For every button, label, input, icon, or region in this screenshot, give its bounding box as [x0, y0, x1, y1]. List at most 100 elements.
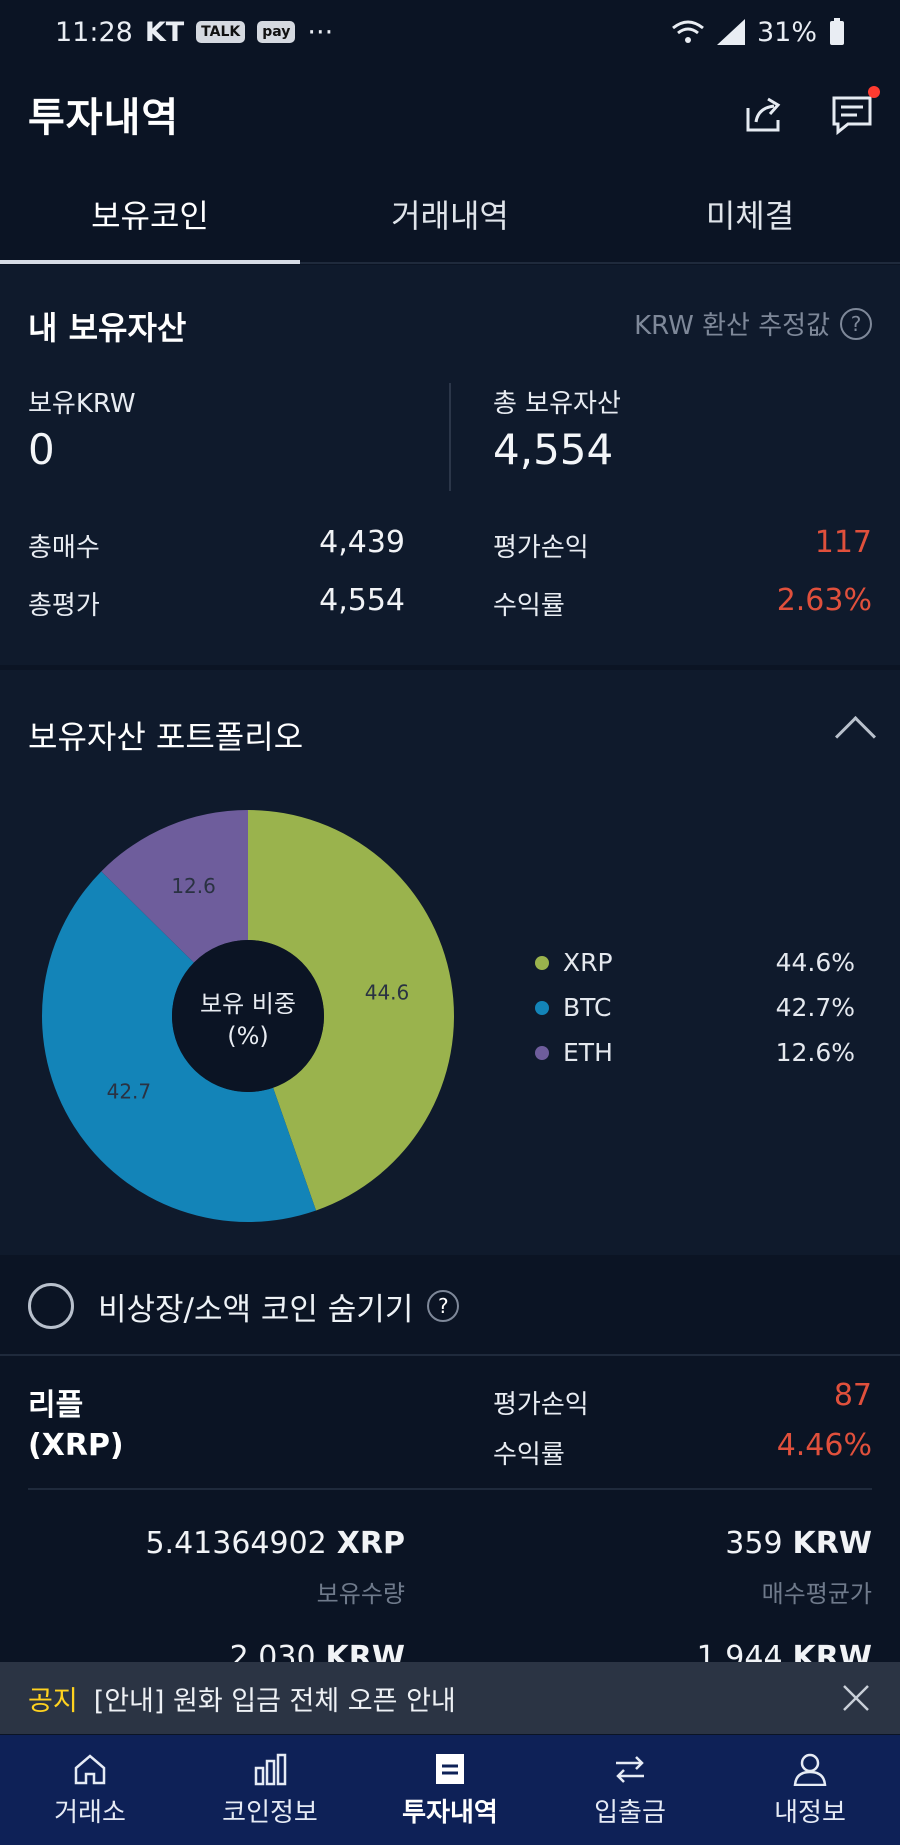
page-title: 투자내역 — [28, 95, 180, 141]
portfolio-card: 보유자산 포트폴리오 44.6 42.7 12.6 보유 비중 (%) XRP 44.6… — [0, 670, 900, 1255]
tab-transactions[interactable]: 거래내역 — [300, 182, 600, 262]
legend-dot — [535, 955, 549, 970]
legend-value: 44.6% — [775, 948, 855, 977]
total-assets-label: 총 보유자산 — [493, 389, 621, 419]
hide-small-coins-checkbox[interactable] — [28, 1283, 74, 1329]
portfolio-legend: XRP 44.6% BTC 42.7% ETH 12.6% — [535, 940, 855, 1075]
nav-coin-info[interactable]: 코인정보 — [180, 1735, 360, 1845]
legend-name: XRP — [563, 948, 613, 977]
pie-slice-label: 42.7 — [107, 1079, 152, 1103]
coin-symbol: (XRP) — [28, 1428, 124, 1463]
status-bar: 11:28 KT TALK pay ··· 31% — [0, 0, 900, 64]
legend-value: 42.7% — [775, 993, 855, 1022]
pie-slice-label: 12.6 — [171, 874, 216, 898]
eval-pnl-value: 117 — [814, 525, 872, 560]
return-rate-value: 2.63% — [776, 583, 872, 618]
collapse-chevron-icon[interactable] — [834, 715, 877, 758]
notification-dot — [868, 86, 880, 98]
battery-icon — [830, 18, 844, 45]
nav-my-info[interactable]: 내정보 — [720, 1735, 900, 1845]
user-icon — [793, 1753, 827, 1786]
return-rate-label: 수익률 — [493, 591, 565, 621]
legend-name: ETH — [563, 1038, 613, 1067]
talk-icon: TALK — [196, 21, 246, 43]
tab-bar: 보유코인 거래내역 미체결 — [0, 182, 900, 264]
coin-quantity: 5.41364902 XRP — [60, 1526, 405, 1561]
hide-small-coins-row[interactable]: 비상장/소액 코인 숨기기 ? — [0, 1258, 900, 1356]
coin-name-korean: 리플 — [28, 1388, 84, 1423]
krw-estimate-note[interactable]: KRW 환산 추정값 ? — [634, 305, 872, 342]
asset-summary-card: 내 보유자산 KRW 환산 추정값 ? 보유KRW 0 총 보유자산 4,554… — [0, 265, 900, 665]
help-icon[interactable]: ? — [840, 307, 872, 340]
coin-rate-value: 4.46% — [776, 1428, 872, 1463]
coin-rate-label: 수익률 — [493, 1440, 565, 1470]
total-eval-label: 총평가 — [28, 591, 100, 621]
chat-icon — [832, 96, 872, 136]
tab-pending[interactable]: 미체결 — [600, 182, 900, 262]
bar-chart-icon — [254, 1753, 287, 1785]
krw-value: 0 — [28, 425, 55, 474]
nav-label: 코인정보 — [222, 1797, 318, 1828]
total-assets-value: 4,554 — [493, 425, 614, 474]
legend-value: 12.6% — [775, 1038, 855, 1067]
battery-percent: 31% — [756, 16, 817, 48]
app-bar: 투자내역 — [0, 64, 900, 164]
nav-exchange[interactable]: 거래소 — [0, 1735, 180, 1845]
portfolio-heading: 보유자산 포트폴리오 — [28, 718, 304, 756]
coin-avg-price-unit: KRW — [792, 1526, 872, 1561]
chat-button[interactable] — [830, 86, 880, 136]
status-time: 11:28 — [55, 16, 133, 48]
eval-pnl-label: 평가손익 — [493, 533, 589, 563]
more-notifications: ··· — [307, 16, 334, 48]
summary-divider — [449, 383, 451, 491]
legend-item-btc: BTC 42.7% — [535, 985, 855, 1030]
donut-center-unit: (%) — [227, 1022, 269, 1050]
signal-icon — [716, 19, 745, 45]
krw-label: 보유KRW — [28, 389, 136, 419]
legend-dot — [535, 1045, 549, 1060]
close-icon[interactable] — [842, 1684, 870, 1712]
home-icon — [74, 1753, 106, 1784]
nav-deposit-withdraw[interactable]: 입출금 — [540, 1735, 720, 1845]
status-carrier: KT — [144, 16, 185, 48]
share-button[interactable] — [742, 92, 786, 136]
nav-label: 거래소 — [54, 1797, 126, 1828]
coin-quantity-unit: XRP — [336, 1526, 405, 1561]
coin-holding-xrp[interactable]: 리플 (XRP) 평가손익 87 수익률 4.46% 5.41364902 XRP… — [0, 1356, 900, 1675]
transfer-icon — [616, 1755, 644, 1783]
coin-quantity-label: 보유수량 — [316, 1580, 405, 1608]
coin-avg-price-value: 359 — [725, 1526, 783, 1561]
notice-message[interactable]: [안내] 원화 입금 전체 오픈 안내 — [94, 1679, 456, 1718]
summary-heading: 내 보유자산 — [28, 309, 187, 347]
nav-investments[interactable]: 투자내역 — [360, 1735, 540, 1845]
pay-icon: pay — [257, 21, 296, 43]
bottom-nav: 거래소 코인정보 투자내역 입출금 내정보 — [0, 1735, 900, 1845]
legend-item-eth: ETH 12.6% — [535, 1030, 855, 1075]
hide-small-coins-label: 비상장/소액 코인 숨기기 — [98, 1291, 414, 1328]
donut-center-label: 보유 비중 — [200, 990, 296, 1018]
tab-holdings[interactable]: 보유코인 — [0, 182, 300, 264]
legend-dot — [535, 1000, 549, 1015]
portfolio-donut-chart: 44.6 42.7 12.6 보유 비중 (%) — [42, 810, 454, 1222]
krw-estimate-label: KRW 환산 추정값 — [634, 311, 830, 341]
nav-label: 내정보 — [774, 1797, 846, 1828]
share-icon — [746, 97, 781, 132]
legend-item-xrp: XRP 44.6% — [535, 940, 855, 985]
legend-name: BTC — [563, 993, 612, 1022]
nav-label: 입출금 — [594, 1797, 666, 1828]
coin-pnl-label: 평가손익 — [493, 1390, 589, 1420]
total-eval-value: 4,554 — [319, 583, 405, 618]
wifi-icon — [672, 20, 704, 43]
notice-banner[interactable]: 공지 [안내] 원화 입금 전체 오픈 안내 — [0, 1662, 900, 1734]
coin-avg-price-label: 매수평균가 — [761, 1580, 872, 1608]
coin-divider — [28, 1488, 872, 1490]
notice-tag: 공지 — [28, 1685, 78, 1717]
total-buy-value: 4,439 — [319, 525, 405, 560]
nav-label: 투자내역 — [402, 1797, 498, 1828]
coin-name: 리플 (XRP) — [28, 1386, 124, 1466]
coin-quantity-value: 5.41364902 — [145, 1526, 327, 1561]
coin-pnl-value: 87 — [833, 1378, 872, 1413]
help-icon[interactable]: ? — [427, 1290, 460, 1322]
pie-slice-label: 44.6 — [365, 980, 410, 1004]
coin-avg-price: 359 KRW — [560, 1526, 872, 1561]
